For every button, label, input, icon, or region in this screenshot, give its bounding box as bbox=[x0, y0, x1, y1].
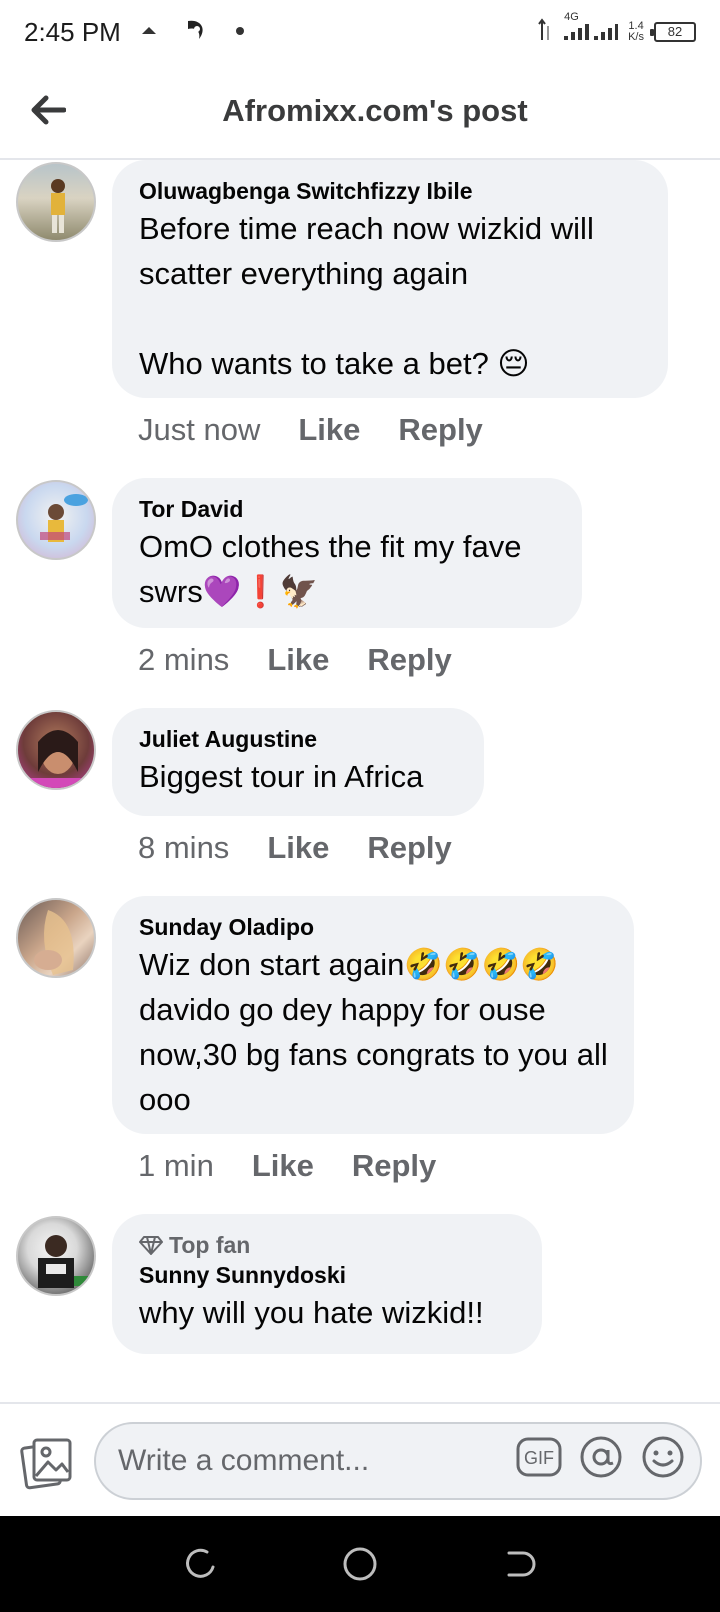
avatar[interactable] bbox=[16, 898, 96, 978]
comment-author[interactable]: Juliet Augustine bbox=[139, 724, 458, 754]
reply-button[interactable]: Reply bbox=[352, 1148, 436, 1184]
comment-author[interactable]: Sunday Oladipo bbox=[139, 912, 608, 942]
network-speed: 1.4 K/s bbox=[628, 20, 644, 43]
comments-list[interactable]: Oluwagbenga Switchfizzy Ibile Before tim… bbox=[0, 160, 720, 1402]
comment-text: OmO clothes the fit my fave swrs💜❗🦅 bbox=[139, 529, 531, 609]
reply-button[interactable]: Reply bbox=[398, 412, 482, 448]
comment-text: Biggest tour in Africa bbox=[139, 759, 424, 794]
like-button[interactable]: Like bbox=[298, 412, 360, 448]
comment-author[interactable]: Tor David bbox=[139, 494, 556, 524]
smiley-icon bbox=[642, 1436, 684, 1478]
back-nav-icon bbox=[507, 1551, 536, 1577]
avatar[interactable] bbox=[16, 162, 96, 242]
comment-author[interactable]: Sunny Sunnydoski bbox=[139, 1260, 516, 1290]
comment-bubble[interactable]: Sunday Oladipo Wiz don start again🤣🤣🤣🤣da… bbox=[112, 896, 634, 1134]
emoji-button[interactable] bbox=[640, 1434, 686, 1480]
data-transfer-icon bbox=[538, 17, 552, 47]
avatar[interactable] bbox=[16, 480, 96, 560]
comment-time: 1 min bbox=[138, 1148, 214, 1183]
svg-text:GIF: GIF bbox=[524, 1448, 554, 1468]
back-nav-button[interactable] bbox=[498, 1542, 542, 1586]
comment-bubble[interactable]: Top fan Sunny Sunnydoski why will you ha… bbox=[112, 1214, 542, 1354]
comment-bubble[interactable]: Juliet Augustine Biggest tour in Africa bbox=[112, 708, 484, 816]
home-circle-icon bbox=[343, 1547, 377, 1581]
dot-icon bbox=[235, 23, 245, 41]
comment-actions: 8 mins Like Reply bbox=[138, 830, 490, 866]
photo-button[interactable] bbox=[20, 1436, 74, 1490]
comment-time: 8 mins bbox=[138, 830, 230, 865]
at-mention-icon bbox=[580, 1436, 622, 1478]
comment-input[interactable] bbox=[118, 1444, 478, 1478]
diamond-icon bbox=[139, 1236, 163, 1255]
notification-icon bbox=[141, 23, 157, 41]
reply-button[interactable]: Reply bbox=[367, 642, 451, 678]
status-bar: 2:45 PM 4G 1.4 K/s 82 bbox=[0, 0, 720, 64]
post-header: Afromixx.com's post bbox=[0, 64, 720, 160]
comment-text: Wiz don start again🤣🤣🤣🤣davido go dey hap… bbox=[139, 947, 617, 1117]
network-type: 4G bbox=[564, 10, 579, 23]
page-title: Afromixx.com's post bbox=[222, 93, 528, 128]
like-button[interactable]: Like bbox=[267, 642, 329, 678]
like-button[interactable]: Like bbox=[252, 1148, 314, 1184]
mention-button[interactable] bbox=[578, 1434, 624, 1480]
battery-icon: 82 bbox=[650, 22, 696, 42]
home-button[interactable] bbox=[338, 1542, 382, 1586]
reply-button[interactable]: Reply bbox=[367, 830, 451, 866]
photo-gallery-icon bbox=[20, 1438, 72, 1490]
status-time: 2:45 PM bbox=[24, 16, 121, 47]
recent-apps-button[interactable] bbox=[178, 1542, 222, 1586]
avatar[interactable] bbox=[16, 1216, 96, 1296]
top-fan-label: Top fan bbox=[169, 1232, 251, 1258]
app-notification-icon bbox=[183, 17, 209, 48]
comment-composer: GIF bbox=[0, 1402, 720, 1516]
comment-actions: 1 min Like Reply bbox=[138, 1148, 474, 1184]
comment-time: 2 mins bbox=[138, 642, 230, 677]
comment-actions: Just now Like Reply bbox=[138, 412, 521, 448]
comment-text: Before time reach now wizkid will scatte… bbox=[139, 211, 594, 381]
avatar[interactable] bbox=[16, 710, 96, 790]
comment-author[interactable]: Oluwagbenga Switchfizzy Ibile bbox=[139, 176, 642, 206]
system-nav-bar bbox=[0, 1516, 720, 1612]
signal-icon: 4G bbox=[562, 11, 619, 47]
comment-box[interactable]: GIF bbox=[94, 1422, 702, 1500]
back-button[interactable] bbox=[24, 86, 72, 134]
back-arrow-icon bbox=[31, 95, 66, 125]
comment-time: Just now bbox=[138, 412, 261, 447]
gif-icon: GIF bbox=[516, 1437, 562, 1477]
recent-apps-icon bbox=[186, 1548, 215, 1578]
top-fan-badge: Top fan bbox=[139, 1230, 516, 1260]
comment-actions: 2 mins Like Reply bbox=[138, 642, 490, 678]
comment-text: why will you hate wizkid!! bbox=[139, 1295, 484, 1330]
like-button[interactable]: Like bbox=[267, 830, 329, 866]
comment-bubble[interactable]: Tor David OmO clothes the fit my fave sw… bbox=[112, 478, 582, 628]
gif-button[interactable]: GIF bbox=[516, 1434, 562, 1480]
comment-bubble[interactable]: Oluwagbenga Switchfizzy Ibile Before tim… bbox=[112, 160, 668, 398]
